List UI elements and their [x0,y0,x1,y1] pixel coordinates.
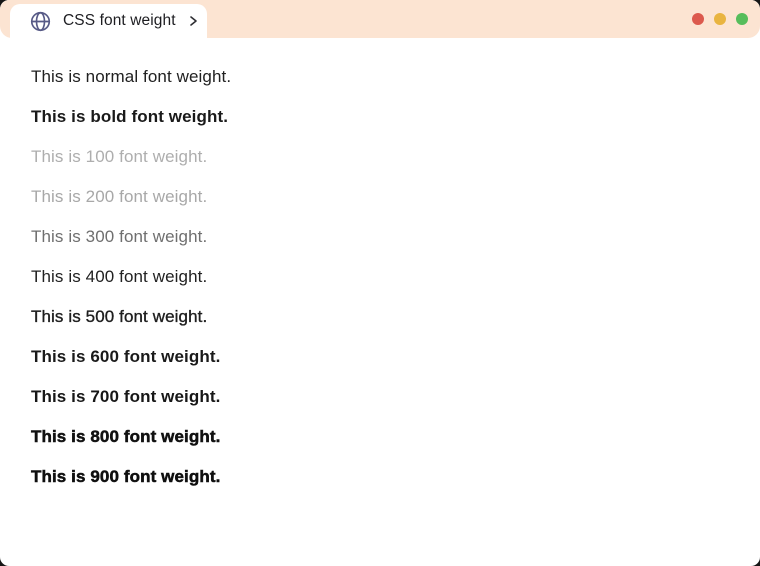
traffic-light-green[interactable] [736,13,748,25]
window-header: CSS font weight [0,0,760,38]
font-weight-line: This is 200 font weight. [31,187,208,206]
font-weight-line: This is 800 font weight. [31,427,221,447]
chevron-right-icon[interactable] [187,15,199,27]
traffic-lights [692,13,748,25]
globe-icon [30,11,51,32]
traffic-light-yellow[interactable] [714,13,726,25]
font-weight-line: This is 400 font weight. [31,267,208,286]
font-weight-line: This is 100 font weight. [31,147,208,166]
font-weight-line: This is bold font weight. [31,107,229,126]
traffic-light-red[interactable] [692,13,704,25]
font-weight-line: This is 900 font weight. [31,467,221,487]
font-weight-line: This is 700 font weight. [31,387,221,406]
browser-window: CSS font weight This is normal font weig… [0,0,760,566]
font-weight-line: This is 600 font weight. [31,347,221,366]
font-weight-line: This is 300 font weight. [31,227,208,246]
tab-title: CSS font weight [63,12,176,29]
font-weight-line: This is normal font weight. [31,67,232,86]
browser-tab[interactable]: CSS font weight [10,4,207,38]
font-weight-line: This is 500 font weight. [31,307,208,326]
page-content: This is normal font weight. This is bold … [0,38,760,487]
